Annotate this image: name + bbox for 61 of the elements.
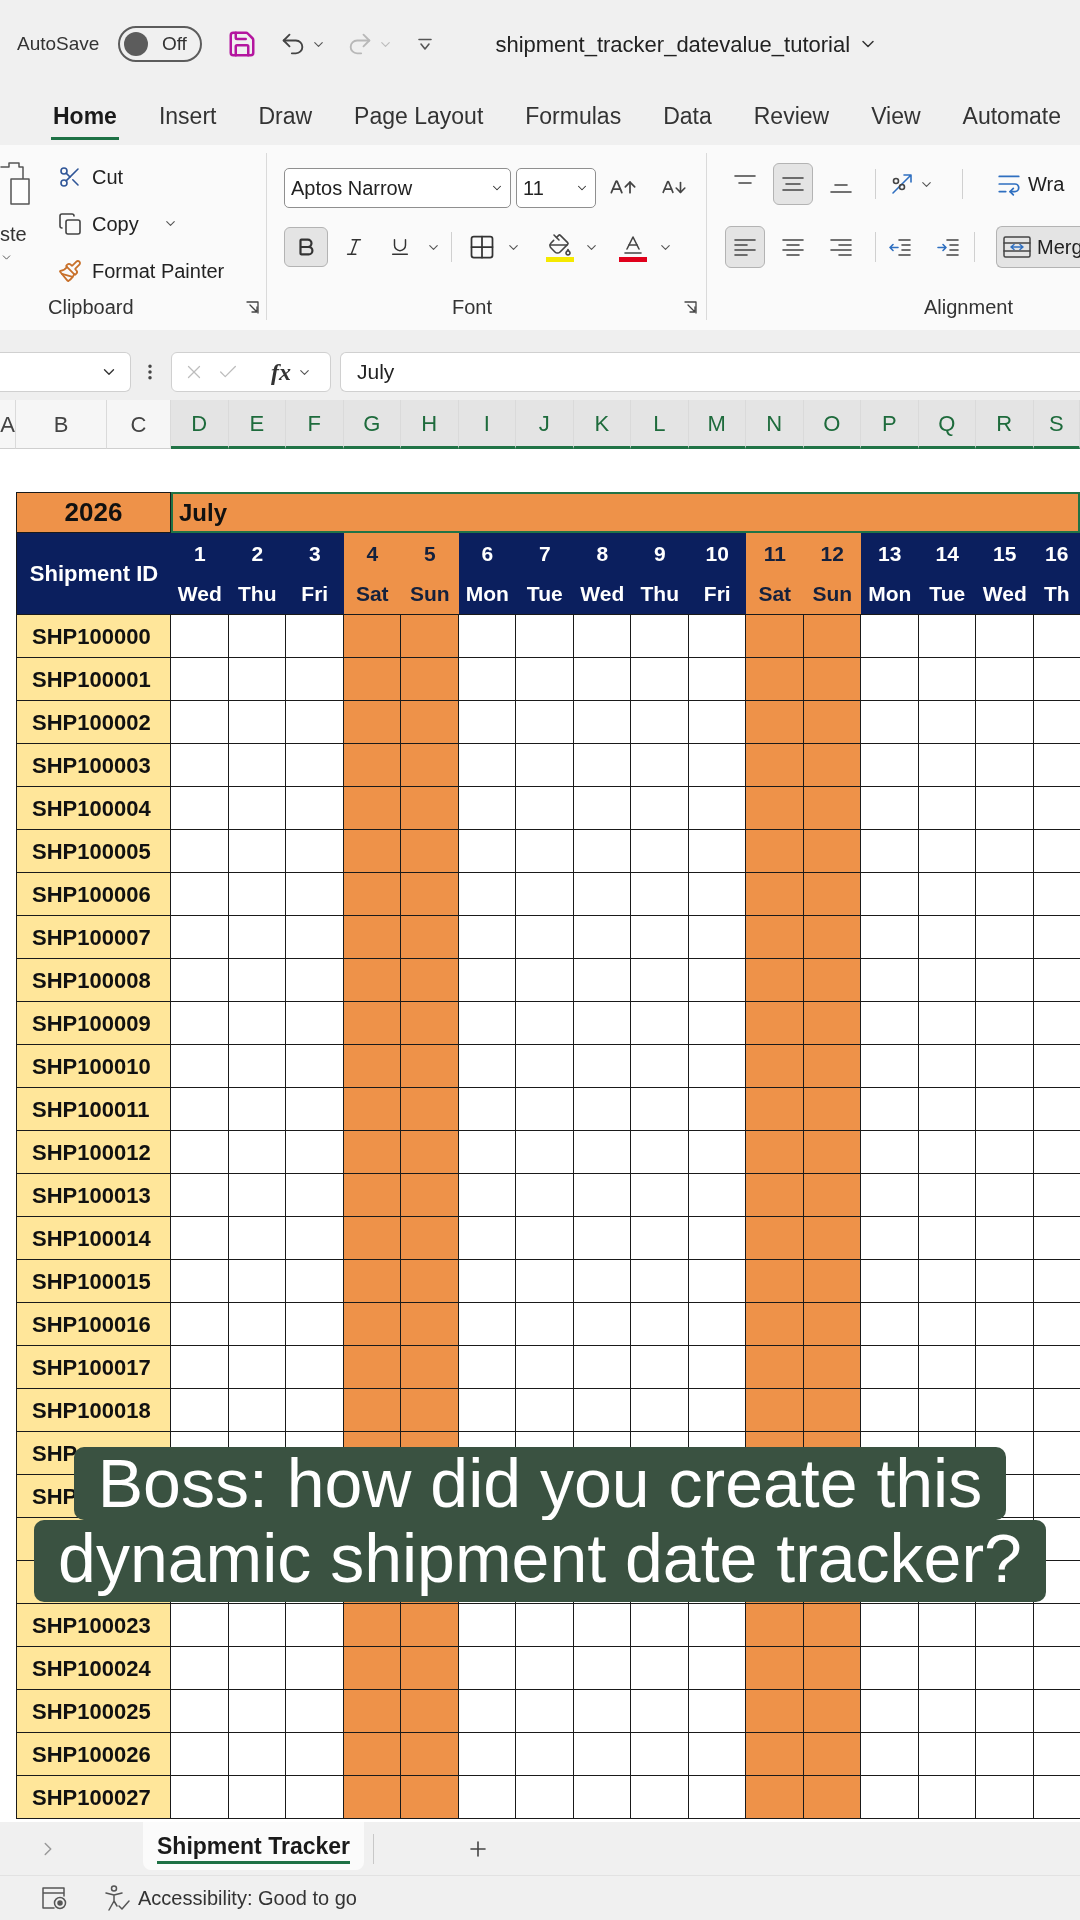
weekday: Sat — [355, 581, 389, 607]
shipment-id: SHP100023 — [31, 1611, 151, 1640]
weekday: Sun — [812, 581, 853, 607]
group-label: Clipboard — [48, 295, 134, 320]
weekday: Tue — [929, 581, 966, 607]
weekday: Thu — [238, 581, 277, 607]
weekday: Mon — [868, 581, 912, 607]
shipment-id: SHP100011 — [31, 1095, 150, 1124]
weekday: Wed — [982, 581, 1027, 607]
shipment-id: SHP100026 — [31, 1740, 151, 1769]
shipment-id: SHP100013 — [31, 1181, 151, 1210]
day-number: 11 — [763, 540, 786, 567]
shipment-id: SHP100025 — [31, 1697, 151, 1726]
day-number: 2 — [251, 540, 264, 567]
day-number: 12 — [820, 540, 844, 567]
weekday: Tue — [526, 581, 563, 607]
shipment-id: SHP100008 — [31, 966, 151, 995]
day-number: 9 — [653, 540, 666, 567]
weekday: Fri — [301, 581, 329, 607]
shipment-id: SHP100002 — [31, 708, 151, 737]
day-number: 8 — [596, 540, 609, 567]
weekday: Mon — [465, 581, 509, 607]
shipment-id: SHP100018 — [31, 1396, 151, 1425]
shipment-id: SHP100000 — [31, 622, 151, 651]
day-number: 13 — [878, 540, 902, 567]
weekday: Wed — [177, 581, 222, 607]
group-label: Alignment — [924, 295, 1013, 320]
day-number: 6 — [481, 540, 494, 567]
shipment-id: SHP100017 — [31, 1353, 151, 1382]
group-label: Font — [452, 295, 493, 320]
shipment-id: SHP100024 — [31, 1654, 151, 1683]
day-number: 3 — [308, 540, 321, 567]
shipment-id: SHP100016 — [31, 1310, 151, 1339]
shipment-id: SHP100004 — [31, 794, 151, 823]
shipment-id: SHP100010 — [31, 1052, 151, 1081]
day-number: 4 — [366, 540, 379, 567]
weekday: Wed — [580, 581, 625, 607]
autosave-label: AutoSave — [17, 31, 100, 56]
day-number: 14 — [935, 540, 959, 567]
shipment-id: SHP100006 — [31, 880, 151, 909]
weekday: Sun — [409, 581, 450, 607]
weekday: Th — [1043, 581, 1070, 607]
shipment-id: SHP100009 — [31, 1009, 151, 1038]
day-number: 7 — [538, 540, 551, 567]
shipment-id: SHP100012 — [31, 1138, 151, 1167]
day-number: 15 — [993, 540, 1017, 567]
caption-overlay: dynamic shipment date tracker? — [34, 1520, 1046, 1602]
shipment-id: SHP100007 — [31, 923, 151, 952]
weekday: Thu — [640, 581, 679, 607]
shipment-id: SHP100027 — [31, 1783, 151, 1812]
day-number: 1 — [193, 540, 206, 567]
shipment-id: SHP100005 — [31, 837, 151, 866]
shipment-id: SHP100014 — [31, 1224, 151, 1253]
day-number: 5 — [423, 540, 436, 567]
weekday: Fri — [703, 581, 731, 607]
shipment-id: SHP100015 — [31, 1267, 151, 1296]
shipment-id: SHP100001 — [31, 665, 151, 694]
day-number: 16 — [1045, 540, 1069, 567]
shipment-id: SHP100003 — [31, 751, 151, 780]
weekday: Sat — [758, 581, 792, 607]
day-number: 10 — [705, 540, 729, 567]
